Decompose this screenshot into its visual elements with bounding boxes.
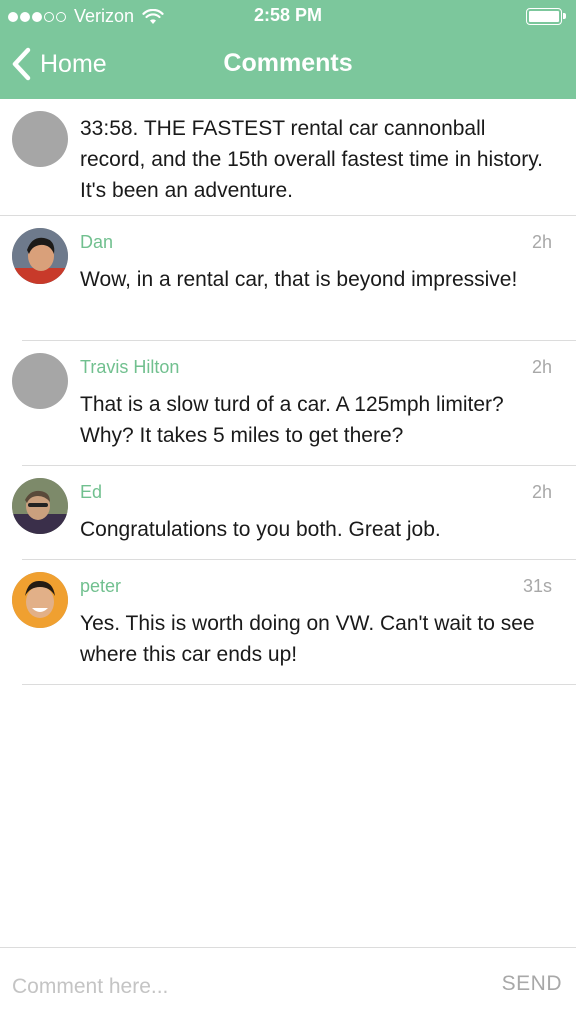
comment-time: 31s xyxy=(522,576,552,596)
avatar-photo-icon xyxy=(12,572,68,628)
comment-text: Wow, in a rental car, that is beyond imp… xyxy=(80,268,518,291)
avatar[interactable] xyxy=(12,228,68,284)
avatar-photo-icon xyxy=(12,478,68,534)
comment-text: Yes. This is worth doing on VW. Can't wa… xyxy=(80,612,535,666)
avatar[interactable] xyxy=(12,353,68,409)
post-text: 33:58. THE FASTEST rental car cannonball… xyxy=(80,117,544,202)
send-button[interactable]: SEND xyxy=(502,972,562,996)
comment-author[interactable]: Travis Hilton xyxy=(80,357,179,378)
comment-time: 2h xyxy=(531,357,552,377)
comment-item[interactable]: Ed 2h Congratulations to you both. Great… xyxy=(12,466,576,560)
comment-item[interactable]: Dan 2h Wow, in a rental car, that is bey… xyxy=(12,216,576,341)
comment-author[interactable]: Ed xyxy=(80,482,102,503)
avatar[interactable] xyxy=(12,111,68,167)
battery-icon xyxy=(526,8,566,25)
avatar[interactable] xyxy=(12,572,68,628)
comment-text: Congratulations to you both. Great job. xyxy=(80,518,441,541)
comment-author[interactable]: peter xyxy=(80,576,121,597)
comments-feed[interactable]: 33:58. THE FASTEST rental car cannonball… xyxy=(0,99,576,685)
avatar[interactable] xyxy=(12,478,68,534)
status-bar: Verizon 2:58 PM xyxy=(0,0,576,34)
comment-text: That is a slow turd of a car. A 125mph l… xyxy=(80,393,504,447)
comment-item[interactable]: Travis Hilton 2h That is a slow turd of … xyxy=(12,341,576,466)
avatar-photo-icon xyxy=(12,228,68,284)
original-post: 33:58. THE FASTEST rental car cannonball… xyxy=(0,99,576,216)
comment-item[interactable]: peter 31s Yes. This is worth doing on VW… xyxy=(12,560,576,685)
comment-time: 2h xyxy=(531,482,552,502)
page-title: Comments xyxy=(223,49,353,77)
app-header: Verizon 2:58 PM Home Comments xyxy=(0,0,576,99)
nav-bar: Home Comments xyxy=(0,34,576,99)
comment-input[interactable] xyxy=(12,970,452,1004)
comment-author[interactable]: Dan xyxy=(80,232,113,253)
battery-level xyxy=(529,11,559,22)
battery-tip xyxy=(563,13,566,19)
comment-time: 2h xyxy=(531,232,552,252)
comment-composer: SEND xyxy=(0,947,576,1024)
status-time: 2:58 PM xyxy=(253,5,323,25)
